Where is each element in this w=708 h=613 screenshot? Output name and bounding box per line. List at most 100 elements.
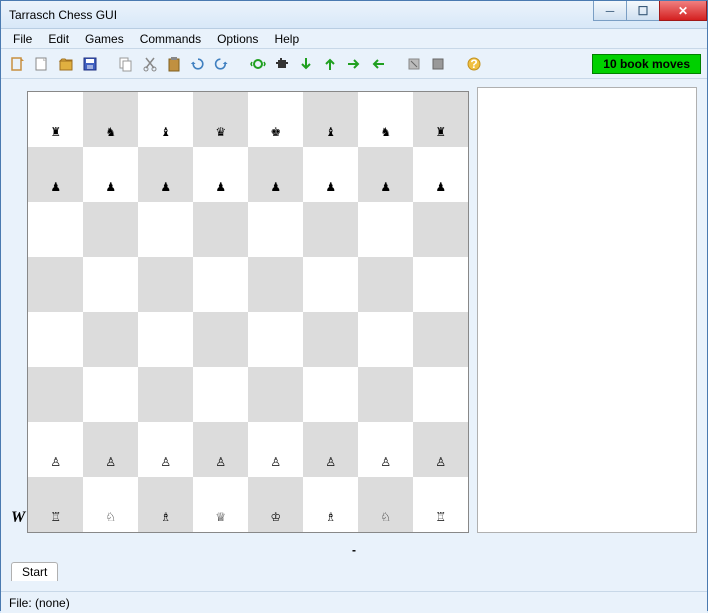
swap-icon[interactable] xyxy=(427,53,449,75)
square-2-3[interactable] xyxy=(193,202,248,257)
piece-p[interactable]: ♟ xyxy=(50,180,61,194)
piece-P[interactable]: ♙ xyxy=(50,455,61,469)
piece-b[interactable]: ♝ xyxy=(325,125,336,139)
square-7-0[interactable]: ♖ xyxy=(28,477,83,532)
square-7-3[interactable]: ♕ xyxy=(193,477,248,532)
piece-p[interactable]: ♟ xyxy=(380,180,391,194)
piece-r[interactable]: ♜ xyxy=(50,125,61,139)
square-4-5[interactable] xyxy=(303,312,358,367)
square-0-5[interactable]: ♝ xyxy=(303,92,358,147)
square-6-5[interactable]: ♙ xyxy=(303,422,358,477)
piece-B[interactable]: ♗ xyxy=(325,510,336,524)
square-1-0[interactable]: ♟ xyxy=(28,147,83,202)
piece-P[interactable]: ♙ xyxy=(105,455,116,469)
piece-p[interactable]: ♟ xyxy=(215,180,226,194)
square-3-7[interactable] xyxy=(413,257,468,312)
new-game-icon[interactable] xyxy=(7,53,29,75)
square-0-0[interactable]: ♜ xyxy=(28,92,83,147)
piece-P[interactable]: ♙ xyxy=(380,455,391,469)
square-2-4[interactable] xyxy=(248,202,303,257)
square-5-6[interactable] xyxy=(358,367,413,422)
square-6-1[interactable]: ♙ xyxy=(83,422,138,477)
square-3-6[interactable] xyxy=(358,257,413,312)
save-icon[interactable] xyxy=(55,53,77,75)
square-2-1[interactable] xyxy=(83,202,138,257)
kibitz-icon[interactable] xyxy=(271,53,293,75)
square-5-3[interactable] xyxy=(193,367,248,422)
moves-panel[interactable] xyxy=(477,87,697,533)
square-1-1[interactable]: ♟ xyxy=(83,147,138,202)
piece-b[interactable]: ♝ xyxy=(160,125,171,139)
square-0-7[interactable]: ♜ xyxy=(413,92,468,147)
piece-q[interactable]: ♛ xyxy=(215,125,226,139)
square-4-1[interactable] xyxy=(83,312,138,367)
square-2-7[interactable] xyxy=(413,202,468,257)
piece-k[interactable]: ♚ xyxy=(270,125,281,139)
menu-file[interactable]: File xyxy=(5,30,40,48)
tab-start[interactable]: Start xyxy=(11,562,58,581)
chess-board[interactable]: ♜♞♝♛♚♝♞♜♟♟♟♟♟♟♟♟♙♙♙♙♙♙♙♙♖♘♗♕♔♗♘♖ xyxy=(27,91,469,533)
square-7-1[interactable]: ♘ xyxy=(83,477,138,532)
square-5-5[interactable] xyxy=(303,367,358,422)
piece-r[interactable]: ♜ xyxy=(435,125,446,139)
redo-icon[interactable] xyxy=(211,53,233,75)
piece-P[interactable]: ♙ xyxy=(435,455,446,469)
square-1-6[interactable]: ♟ xyxy=(358,147,413,202)
square-1-4[interactable]: ♟ xyxy=(248,147,303,202)
open-icon[interactable] xyxy=(31,53,53,75)
square-4-4[interactable] xyxy=(248,312,303,367)
square-2-6[interactable] xyxy=(358,202,413,257)
piece-n[interactable]: ♞ xyxy=(105,125,116,139)
square-5-1[interactable] xyxy=(83,367,138,422)
arrow-up-icon[interactable] xyxy=(319,53,341,75)
square-0-4[interactable]: ♚ xyxy=(248,92,303,147)
square-7-2[interactable]: ♗ xyxy=(138,477,193,532)
arrow-down-icon[interactable] xyxy=(295,53,317,75)
square-4-0[interactable] xyxy=(28,312,83,367)
square-5-2[interactable] xyxy=(138,367,193,422)
square-1-5[interactable]: ♟ xyxy=(303,147,358,202)
flip-icon[interactable] xyxy=(403,53,425,75)
square-2-5[interactable] xyxy=(303,202,358,257)
piece-P[interactable]: ♙ xyxy=(215,455,226,469)
square-5-0[interactable] xyxy=(28,367,83,422)
square-0-2[interactable]: ♝ xyxy=(138,92,193,147)
close-button[interactable]: ✕ xyxy=(659,1,707,21)
copy-icon[interactable] xyxy=(115,53,137,75)
arrow-left-icon[interactable] xyxy=(367,53,389,75)
square-1-3[interactable]: ♟ xyxy=(193,147,248,202)
square-6-6[interactable]: ♙ xyxy=(358,422,413,477)
square-3-4[interactable] xyxy=(248,257,303,312)
menu-help[interactable]: Help xyxy=(266,30,307,48)
square-0-6[interactable]: ♞ xyxy=(358,92,413,147)
square-0-1[interactable]: ♞ xyxy=(83,92,138,147)
square-3-5[interactable] xyxy=(303,257,358,312)
square-6-4[interactable]: ♙ xyxy=(248,422,303,477)
square-0-3[interactable]: ♛ xyxy=(193,92,248,147)
menu-options[interactable]: Options xyxy=(209,30,266,48)
square-1-7[interactable]: ♟ xyxy=(413,147,468,202)
square-4-7[interactable] xyxy=(413,312,468,367)
menu-games[interactable]: Games xyxy=(77,30,132,48)
square-7-4[interactable]: ♔ xyxy=(248,477,303,532)
square-7-7[interactable]: ♖ xyxy=(413,477,468,532)
square-4-2[interactable] xyxy=(138,312,193,367)
piece-P[interactable]: ♙ xyxy=(270,455,281,469)
menu-edit[interactable]: Edit xyxy=(40,30,77,48)
square-6-2[interactable]: ♙ xyxy=(138,422,193,477)
piece-p[interactable]: ♟ xyxy=(325,180,336,194)
minimize-button[interactable]: ─ xyxy=(593,1,627,21)
piece-n[interactable]: ♞ xyxy=(380,125,391,139)
save-as-icon[interactable] xyxy=(79,53,101,75)
maximize-button[interactable]: ☐ xyxy=(626,1,660,21)
square-4-6[interactable] xyxy=(358,312,413,367)
piece-N[interactable]: ♘ xyxy=(105,510,116,524)
piece-B[interactable]: ♗ xyxy=(160,510,171,524)
undo-icon[interactable] xyxy=(187,53,209,75)
square-3-3[interactable] xyxy=(193,257,248,312)
square-3-2[interactable] xyxy=(138,257,193,312)
piece-p[interactable]: ♟ xyxy=(435,180,446,194)
help-icon[interactable]: ? xyxy=(463,53,485,75)
square-2-0[interactable] xyxy=(28,202,83,257)
square-5-7[interactable] xyxy=(413,367,468,422)
